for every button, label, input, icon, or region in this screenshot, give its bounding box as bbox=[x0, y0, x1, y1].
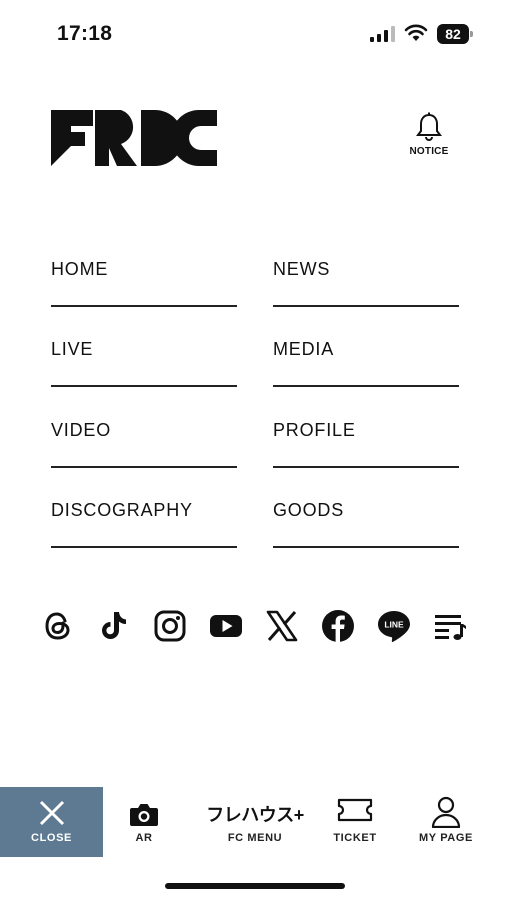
instagram-icon[interactable] bbox=[152, 608, 188, 644]
close-icon bbox=[39, 800, 64, 826]
menu-item-goods[interactable]: GOODS bbox=[273, 492, 459, 548]
fc-brand-text: フレハウス+ bbox=[206, 805, 304, 825]
social-links: LINE bbox=[40, 608, 472, 648]
playlist-icon[interactable] bbox=[432, 608, 468, 644]
ticket-button[interactable]: TICKET bbox=[315, 787, 395, 857]
menu-item-video[interactable]: VIDEO bbox=[51, 412, 237, 468]
menu-item-label: MEDIA bbox=[273, 339, 335, 359]
menu-item-label: DISCOGRAPHY bbox=[51, 500, 193, 520]
ticket-icon bbox=[337, 798, 373, 822]
battery-level: 82 bbox=[445, 26, 461, 42]
youtube-icon[interactable] bbox=[208, 608, 244, 644]
menu-item-discography[interactable]: DISCOGRAPHY bbox=[51, 492, 237, 548]
facebook-icon[interactable] bbox=[320, 608, 356, 644]
line-icon-text: LINE bbox=[384, 620, 404, 630]
user-icon bbox=[431, 796, 461, 828]
menu-item-label: GOODS bbox=[273, 500, 345, 520]
my-page-button[interactable]: MY PAGE bbox=[405, 787, 487, 857]
logo-graphic bbox=[51, 110, 217, 166]
menu-item-live[interactable]: LIVE bbox=[51, 331, 237, 387]
status-time: 17:18 bbox=[57, 22, 113, 45]
notice-button[interactable]: NOTICE bbox=[404, 112, 454, 164]
line-icon[interactable]: LINE bbox=[376, 608, 412, 644]
menu-item-label: HOME bbox=[51, 259, 109, 279]
wifi-icon bbox=[404, 24, 428, 41]
status-bar: 17:18 82 bbox=[0, 0, 507, 64]
menu-item-home[interactable]: HOME bbox=[51, 251, 237, 307]
cellular-signal-icon bbox=[370, 26, 395, 42]
menu-item-label: NEWS bbox=[273, 259, 331, 279]
my-page-label: MY PAGE bbox=[419, 832, 473, 844]
ar-button[interactable]: AR bbox=[104, 787, 184, 857]
threads-icon[interactable] bbox=[40, 608, 76, 644]
fc-menu-button[interactable]: フレハウス+ FC MENU bbox=[200, 787, 310, 857]
camera-icon bbox=[130, 804, 158, 826]
bottom-navigation: CLOSE AR フレハウス+ FC MENU TICKET MY PAGE bbox=[0, 787, 507, 857]
fc-menu-label: FC MENU bbox=[227, 832, 283, 844]
close-label: CLOSE bbox=[31, 832, 72, 844]
notice-label: NOTICE bbox=[409, 146, 449, 157]
ticket-label: TICKET bbox=[333, 832, 377, 844]
menu-item-label: VIDEO bbox=[51, 420, 112, 440]
menu-item-media[interactable]: MEDIA bbox=[273, 331, 459, 387]
home-indicator bbox=[165, 883, 345, 889]
brand-logo[interactable] bbox=[51, 110, 219, 166]
ar-label: AR bbox=[135, 832, 153, 844]
menu-item-label: PROFILE bbox=[273, 420, 356, 440]
menu-item-label: LIVE bbox=[51, 339, 94, 359]
menu-item-news[interactable]: NEWS bbox=[273, 251, 459, 307]
battery-indicator: 82 bbox=[437, 24, 473, 44]
bell-icon bbox=[416, 112, 442, 141]
tiktok-icon[interactable] bbox=[96, 608, 132, 644]
close-button[interactable]: CLOSE bbox=[0, 787, 103, 857]
x-icon[interactable] bbox=[264, 608, 300, 644]
menu-item-profile[interactable]: PROFILE bbox=[273, 412, 459, 468]
